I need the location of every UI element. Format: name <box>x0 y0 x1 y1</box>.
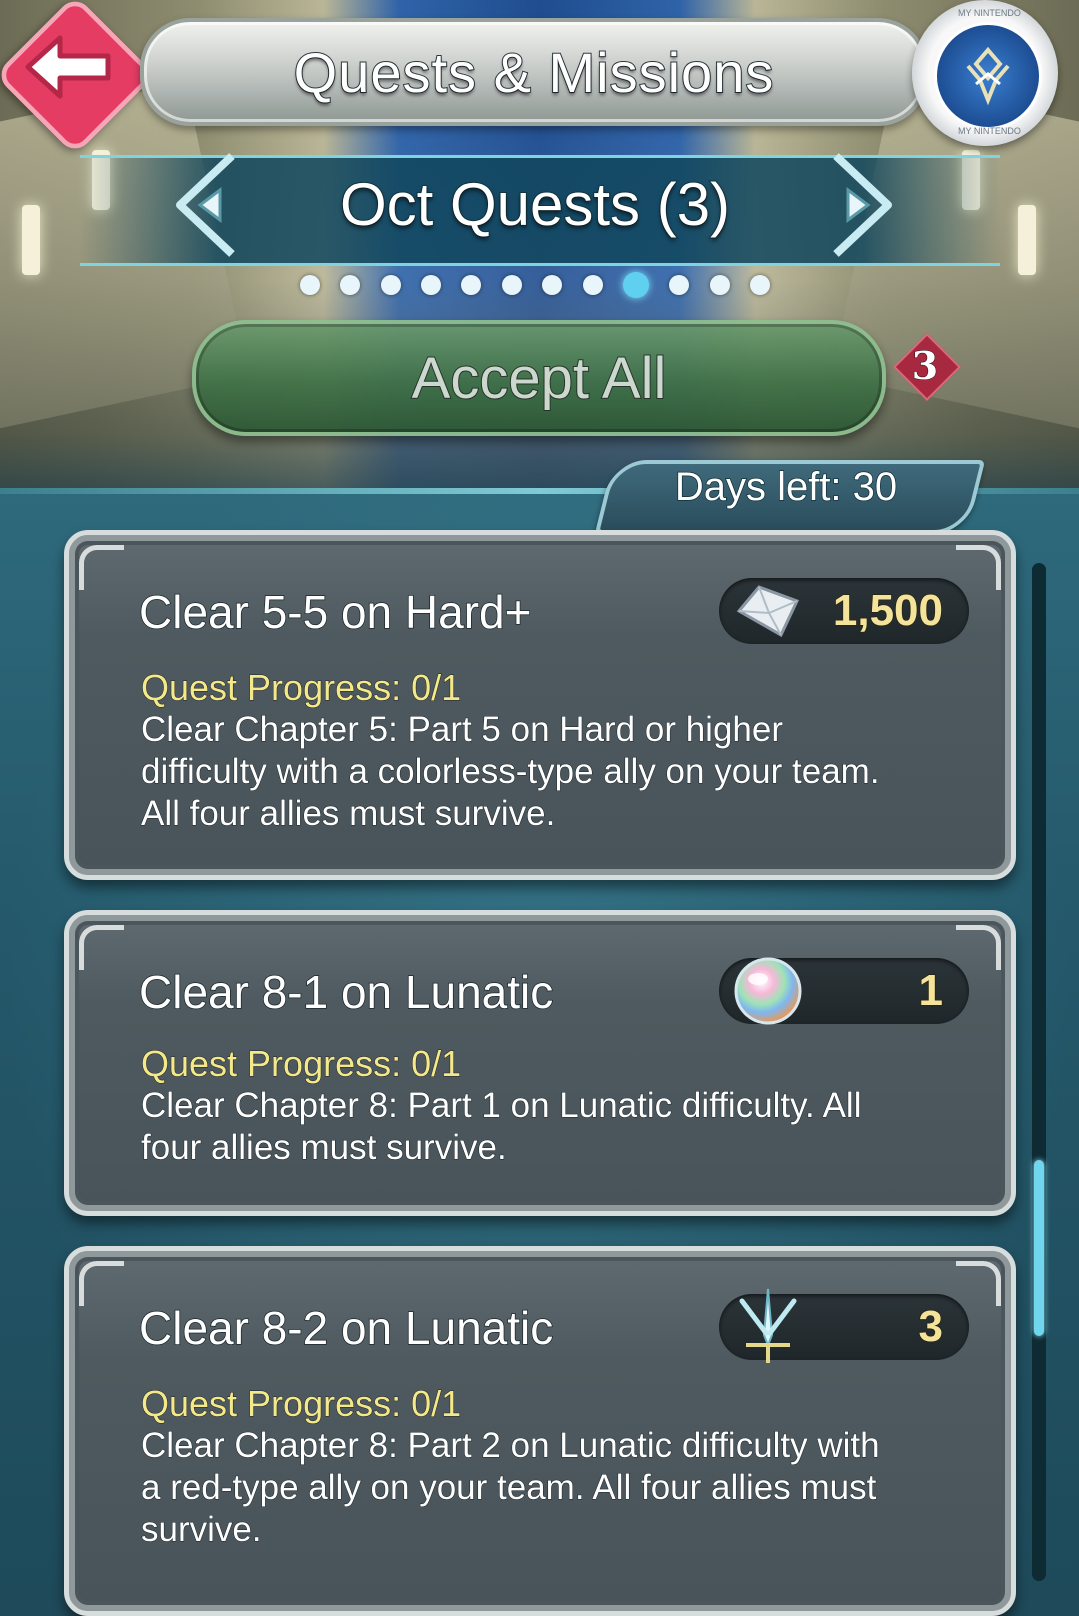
quest-title: Clear 8-2 on Lunatic <box>138 1301 554 1355</box>
page-dot[interactable] <box>582 275 603 295</box>
page-dot[interactable] <box>300 275 320 295</box>
reward-display: 3 <box>719 1288 969 1363</box>
candle-decoration <box>1018 205 1036 275</box>
page-dot-active[interactable] <box>622 272 649 298</box>
scrollbar[interactable] <box>1032 563 1046 1581</box>
candle-decoration <box>22 205 40 275</box>
quest-title: Clear 5-5 on Hard+ <box>138 585 532 639</box>
page-dot[interactable] <box>421 275 442 295</box>
quest-description: Clear Chapter 8: Part 2 on Lunatic diffi… <box>141 1426 881 1550</box>
page-dot[interactable] <box>501 275 522 295</box>
quest-card[interactable]: Clear 8-2 on Lunatic 3 Quest Progress: 0… <box>64 1246 1016 1616</box>
feather-crystal-icon <box>727 570 809 652</box>
back-arrow-icon[interactable] <box>18 22 118 112</box>
page-dot[interactable] <box>380 275 401 295</box>
page-dot[interactable] <box>461 275 482 295</box>
reward-value: 1 <box>918 965 944 1016</box>
page-indicator <box>300 272 770 298</box>
quest-progress: Quest Progress: 0/1 <box>140 667 462 709</box>
reward-value: 3 <box>918 1301 944 1352</box>
page-dot[interactable] <box>749 275 770 295</box>
reward-display: 1 <box>719 957 969 1025</box>
quest-description: Clear Chapter 8: Part 1 on Lunatic diffi… <box>141 1086 862 1168</box>
quest-title: Clear 8-1 on Lunatic <box>138 965 554 1019</box>
emblem-icon <box>934 22 1042 130</box>
next-arrow-icon[interactable] <box>818 150 898 260</box>
quest-card[interactable]: Clear 5-5 on Hard+ 1,500 Quest Progress:… <box>64 530 1016 880</box>
page-dot[interactable] <box>669 275 690 295</box>
quest-card[interactable]: Clear 8-1 on Lunatic 1 Quest Progress: 0… <box>64 910 1016 1216</box>
quest-description: Clear Chapter 5: Part 5 on Hard or highe… <box>141 710 881 834</box>
quest-progress: Quest Progress: 0/1 <box>140 1043 462 1085</box>
page-dot[interactable] <box>709 275 730 295</box>
page-title: Quests & Missions <box>293 40 775 105</box>
accept-all-label: Accept All <box>411 345 668 412</box>
orb-icon <box>727 950 809 1032</box>
accept-count-badge: 3 <box>895 335 955 395</box>
days-left-label: Days left: 30 <box>674 464 898 510</box>
page-dot[interactable] <box>340 275 361 295</box>
badge-label-bottom: MY NINTENDO <box>958 126 1021 136</box>
accept-all-button[interactable]: Accept All <box>192 320 886 436</box>
my-nintendo-button[interactable]: MY NINTENDO MY NINTENDO <box>912 0 1058 146</box>
quest-selector-title: Oct Quests (3) <box>339 170 731 239</box>
reward-display: 1,500 <box>719 578 969 644</box>
accept-count: 3 <box>911 342 939 388</box>
quest-progress: Quest Progress: 0/1 <box>140 1383 462 1425</box>
sword-emblem-icon <box>727 1286 809 1368</box>
page-dot[interactable] <box>542 275 563 295</box>
reward-value: 1,500 <box>832 585 944 636</box>
badge-label-top: MY NINTENDO <box>958 8 1021 18</box>
scrollbar-thumb[interactable] <box>1034 1160 1044 1336</box>
title-banner: Quests & Missions <box>140 18 928 126</box>
